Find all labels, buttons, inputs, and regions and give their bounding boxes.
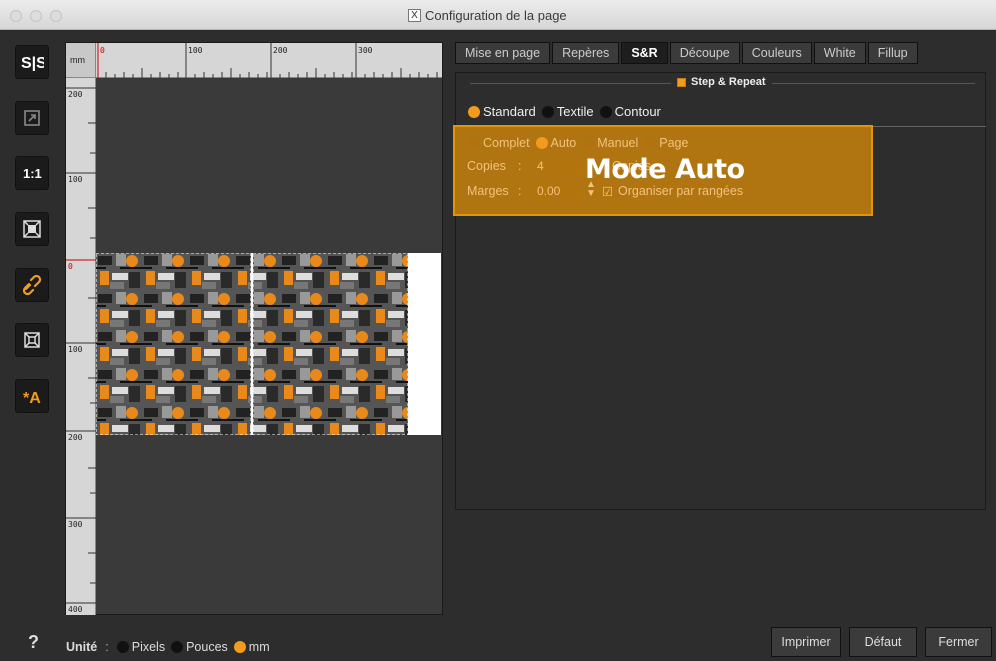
radio-label: Textile	[556, 104, 594, 119]
radio-label: Complet	[483, 136, 530, 150]
copies-label: Copies	[467, 159, 506, 173]
ruler-left-label: 400	[68, 605, 83, 614]
ruler-left-label: 0	[68, 262, 73, 271]
default-button[interactable]: Défaut	[849, 627, 917, 657]
organize-checkbox-icon[interactable]: ☑	[602, 184, 613, 199]
margins-colon: :	[518, 184, 522, 198]
one-to-one-icon[interactable]: 1:1	[15, 156, 49, 190]
ruler-top-label: 0	[100, 46, 105, 55]
left-toolbar: S|S 1:1 *A	[0, 31, 62, 611]
tab-mise-en-page[interactable]: Mise en page	[455, 42, 551, 64]
radio-standard[interactable]	[468, 105, 480, 118]
radio-label: Page	[659, 136, 689, 150]
organize-label: Organiser par rangées	[618, 184, 744, 198]
ruler-top[interactable]: 0 100 200 300	[96, 43, 442, 78]
svg-text:*A: *A	[23, 390, 41, 406]
radio-pouces[interactable]	[171, 641, 184, 653]
link-icon[interactable]	[15, 268, 49, 302]
radio-contour[interactable]	[599, 105, 612, 118]
frame-icon[interactable]	[15, 323, 49, 357]
svg-text:1:1: 1:1	[23, 166, 42, 181]
radio-label: Pixels	[131, 640, 166, 654]
tab-step-and-repeat[interactable]: S&R	[621, 42, 668, 64]
ruler-top-label: 200	[273, 46, 288, 55]
radio-label: mm	[248, 640, 270, 654]
ruler-top-label: 300	[358, 46, 373, 55]
close-window-icon[interactable]	[10, 10, 22, 22]
radio-label: Auto	[550, 136, 577, 150]
radio-mm[interactable]	[233, 641, 246, 653]
radio-label: Pouces	[186, 640, 228, 654]
fit-icon[interactable]	[15, 212, 49, 246]
radio-pixels[interactable]	[116, 641, 129, 653]
ruler-top-ticks	[97, 43, 438, 78]
ruler-left-label: 100	[68, 345, 83, 354]
tab-bar: Mise en page Repères S&R Découpe Couleur…	[455, 42, 920, 64]
tab-decoupe[interactable]: Découpe	[669, 42, 740, 64]
tab-couleurs[interactable]: Couleurs	[741, 42, 812, 64]
radio-label: Standard	[483, 104, 536, 119]
app-icon: X	[408, 9, 421, 22]
radio-complet[interactable]	[468, 137, 480, 149]
tab-fillup[interactable]: Fillup	[867, 42, 918, 64]
unit-colon: :	[105, 640, 109, 654]
margins-input[interactable]: 0.00	[532, 183, 584, 200]
print-button[interactable]: Imprimer	[771, 627, 841, 657]
radio-label: Manuel	[597, 136, 639, 150]
ruler-top-label: 100	[188, 46, 203, 55]
copies-colon: :	[518, 159, 522, 173]
minimize-window-icon[interactable]	[30, 10, 42, 22]
radio-textile[interactable]	[541, 105, 554, 118]
ruler-unit: mm	[66, 43, 96, 78]
section-title: Step & Repeat	[691, 76, 766, 88]
ruler-left-label: 200	[68, 433, 83, 442]
overlay-title: Mode Auto	[585, 154, 745, 185]
tab-reperes[interactable]: Repères	[552, 42, 620, 64]
close-button[interactable]: Fermer	[925, 627, 992, 657]
window-title: Configuration de la page	[425, 8, 567, 23]
auto-icon[interactable]: *A	[15, 379, 49, 413]
unit-label: Unité	[66, 640, 98, 654]
artwork-preview[interactable]	[95, 252, 441, 436]
ruler-left-label: 100	[68, 175, 83, 184]
section-header: Step & Repeat	[671, 76, 772, 88]
ruler-left-label: 300	[68, 520, 83, 529]
sr-icon[interactable]: S|S	[15, 45, 49, 79]
maximize-window-icon[interactable]	[50, 10, 62, 22]
ruler-left-label: 200	[68, 90, 83, 99]
fill-radio-group: Complet Auto Manuel Page	[468, 136, 694, 150]
svg-text:S|S: S|S	[21, 55, 44, 71]
unit-selector: Unité : Pixels Pouces mm	[66, 640, 276, 654]
ruler-left[interactable]: 200 100 0 100 200 300 400	[66, 78, 96, 615]
help-icon[interactable]: ?	[28, 632, 39, 653]
copies-input[interactable]: 4	[532, 158, 584, 175]
radio-auto[interactable]	[535, 137, 548, 149]
radio-label: Contour	[614, 104, 661, 119]
window-titlebar: X Configuration de la page	[0, 0, 996, 30]
export-icon[interactable]	[15, 101, 49, 135]
section-enable-checkbox[interactable]	[677, 77, 686, 87]
artwork-tiles	[95, 252, 409, 436]
mode-radio-group: Standard Textile Contour	[468, 104, 667, 119]
tab-white[interactable]: White	[813, 42, 866, 64]
radio-page[interactable]	[644, 137, 657, 149]
radio-manuel[interactable]	[582, 137, 595, 149]
margins-label: Marges	[467, 184, 509, 198]
